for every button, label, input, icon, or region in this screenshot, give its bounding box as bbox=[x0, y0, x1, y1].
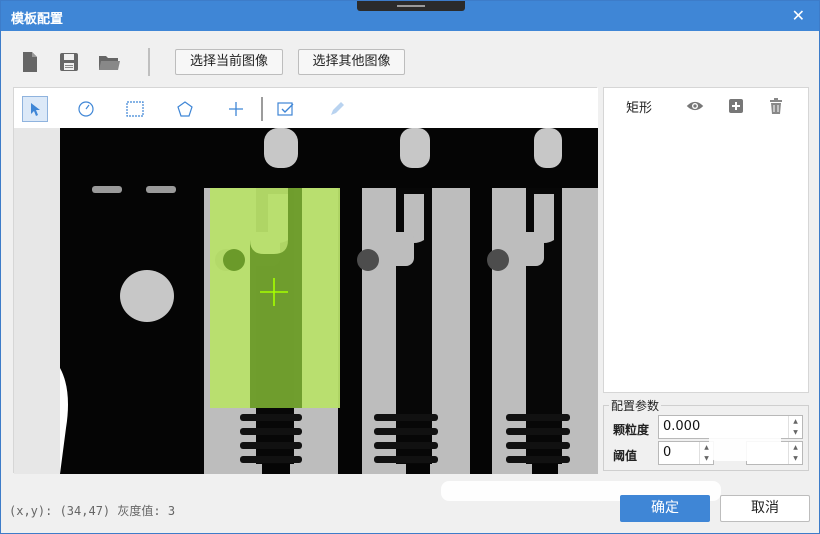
select-current-image-button[interactable]: 选择当前图像 bbox=[175, 49, 283, 75]
template-config-dialog: 模板配置 ✕ 选择当前图像 选择其他图像 矩形 配置参数 颗粒度 0.000 ▲… bbox=[0, 0, 820, 534]
obscured-area bbox=[709, 427, 781, 461]
cursor-status-text: (x,y): (34,47) 灰度值: 3 bbox=[9, 504, 176, 518]
toolbar-separator bbox=[148, 48, 150, 76]
image-canvas[interactable] bbox=[14, 128, 598, 474]
select-other-image-button[interactable]: 选择其他图像 bbox=[298, 49, 405, 75]
granularity-value[interactable]: 0.000 bbox=[663, 419, 700, 434]
rectangle-tool-icon[interactable] bbox=[122, 96, 148, 122]
ok-button[interactable]: 确定 bbox=[620, 495, 710, 522]
window-title: 模板配置 bbox=[11, 12, 64, 27]
threshold-label: 阈值 bbox=[613, 449, 638, 463]
cancel-button[interactable]: 取消 bbox=[720, 495, 810, 522]
trash-icon[interactable] bbox=[767, 97, 785, 115]
threshold-value[interactable]: 0 bbox=[663, 445, 671, 460]
shape-type-label[interactable]: 矩形 bbox=[626, 97, 652, 116]
threshold-stepper[interactable]: 0 ▲ ▼ bbox=[658, 441, 714, 465]
pencil-tool-icon[interactable] bbox=[324, 96, 350, 122]
open-folder-icon[interactable] bbox=[98, 51, 120, 73]
inspection-image bbox=[14, 128, 598, 474]
config-params-title: 配置参数 bbox=[609, 397, 662, 414]
close-icon[interactable]: ✕ bbox=[792, 6, 805, 25]
add-square-icon[interactable] bbox=[727, 97, 745, 115]
save-icon[interactable] bbox=[58, 51, 80, 73]
image-viewer bbox=[13, 87, 598, 474]
granularity-label: 颗粒度 bbox=[613, 423, 650, 437]
threshold-max-spin-arrows[interactable]: ▲ ▼ bbox=[788, 442, 802, 464]
pointer-icon[interactable] bbox=[22, 96, 48, 122]
checkbox-tool-icon[interactable] bbox=[273, 96, 299, 122]
eye-icon[interactable] bbox=[686, 97, 704, 115]
drag-handle[interactable] bbox=[357, 1, 465, 11]
shape-list-panel: 矩形 bbox=[603, 87, 809, 393]
granularity-spin-arrows[interactable]: ▲ ▼ bbox=[788, 416, 802, 438]
viewer-toolbar bbox=[14, 88, 598, 128]
polygon-tool-icon[interactable] bbox=[172, 96, 198, 122]
viewer-toolbar-separator bbox=[261, 97, 263, 121]
circle-tool-icon[interactable] bbox=[73, 96, 99, 122]
crosshair-tool-icon[interactable] bbox=[223, 96, 249, 122]
new-file-icon[interactable] bbox=[19, 51, 41, 73]
